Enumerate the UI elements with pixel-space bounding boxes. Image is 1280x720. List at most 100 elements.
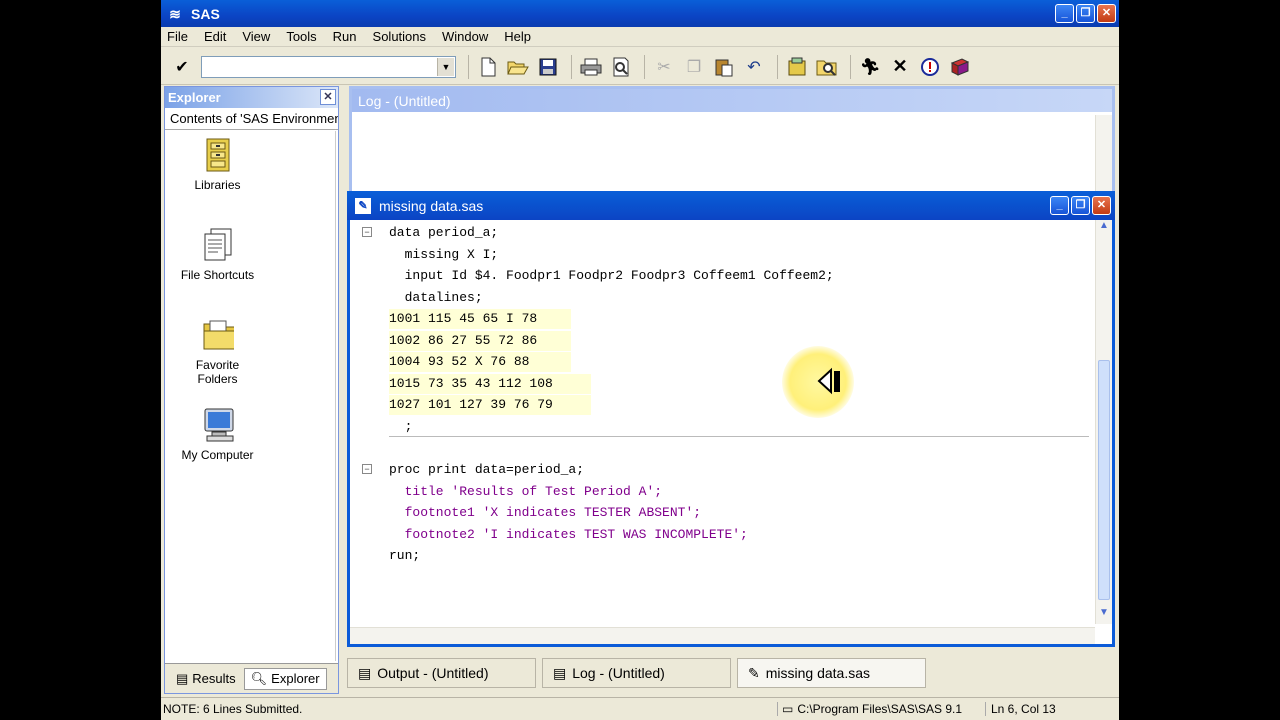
maximize-button[interactable]: ❐ bbox=[1076, 4, 1095, 23]
code-line: run; bbox=[389, 548, 421, 563]
menu-file[interactable]: File bbox=[167, 29, 195, 44]
code-line: title 'Results of Test Period A'; bbox=[389, 484, 663, 499]
tab-results[interactable]: ▤ Results bbox=[170, 668, 242, 690]
menu-solutions[interactable]: Solutions bbox=[373, 29, 433, 44]
code-line: footnote1 'X indicates TESTER ABSENT'; bbox=[389, 505, 702, 520]
explorer-pane: Explorer ✕ Contents of 'SAS Environment'… bbox=[164, 86, 339, 694]
log-scrollbar[interactable] bbox=[1095, 115, 1112, 193]
title-bar[interactable]: ≋ SAS _ ❐ ✕ bbox=[161, 0, 1119, 27]
menu-help[interactable]: Help bbox=[504, 29, 538, 44]
menu-view[interactable]: View bbox=[242, 29, 277, 44]
code-line: data period_a; bbox=[389, 225, 499, 240]
explorer-contents-label: Contents of 'SAS Environment' bbox=[165, 108, 338, 130]
break-icon[interactable] bbox=[917, 54, 943, 80]
output-icon: ▤ bbox=[358, 664, 372, 681]
window-tabs: ▤ Output - (Untitled) ▤ Log - (Untitled)… bbox=[347, 656, 1117, 690]
code-line: ; bbox=[389, 419, 413, 434]
close-button[interactable]: ✕ bbox=[1097, 4, 1116, 23]
scroll-up-icon[interactable]: ▲ bbox=[1096, 220, 1112, 237]
explorer-icon: 🔍︎ bbox=[250, 670, 268, 686]
log-icon: ▤ bbox=[553, 664, 567, 681]
sas-main-window: ≋ SAS _ ❐ ✕ File Edit View Tools Run Sol… bbox=[161, 0, 1119, 720]
data-line: 1001 115 45 65 I 78 bbox=[389, 309, 571, 329]
folder-icon bbox=[202, 318, 234, 352]
scroll-thumb[interactable] bbox=[1098, 360, 1110, 600]
status-path: ▭ C:\Program Files\SAS\SAS 9.1 bbox=[777, 702, 985, 716]
code-line: datalines; bbox=[389, 290, 483, 305]
data-line: 1002 86 27 55 72 86 bbox=[389, 331, 571, 351]
command-box[interactable]: ▼ bbox=[201, 55, 456, 78]
print-icon[interactable] bbox=[578, 54, 604, 80]
data-line: 1027 101 127 39 76 79 bbox=[389, 395, 591, 415]
explorer-header: Explorer ✕ bbox=[165, 87, 338, 108]
new-icon[interactable] bbox=[475, 54, 501, 80]
task-log[interactable]: ▤ Log - (Untitled) bbox=[542, 658, 731, 688]
shortcuts-icon bbox=[202, 228, 234, 262]
log-window[interactable]: Log - (Untitled) bbox=[349, 86, 1115, 196]
data-line: 1015 73 35 43 112 108 bbox=[389, 374, 591, 394]
explorer-list: Libraries File Shortcuts Favorite Folder… bbox=[165, 131, 336, 661]
explorer-item-my-computer[interactable]: My Computer bbox=[165, 408, 270, 462]
clear-icon[interactable]: ✕ bbox=[887, 54, 913, 80]
editor-window: ✎ missing data.sas _ ❐ ✕ − data period_a… bbox=[347, 191, 1115, 647]
collapse-icon[interactable]: − bbox=[362, 227, 372, 237]
explorer-item-favorite-folders[interactable]: Favorite Folders bbox=[165, 318, 270, 386]
code-editor[interactable]: − data period_a; missing X I; input Id $… bbox=[350, 220, 1097, 610]
close-icon[interactable]: ✕ bbox=[320, 89, 336, 105]
program-icon: ✎ bbox=[355, 197, 371, 214]
pointer-cursor-icon bbox=[817, 367, 840, 395]
code-line: input Id $4. Foodpr1 Foodpr2 Foodpr3 Cof… bbox=[389, 268, 834, 283]
step-divider bbox=[389, 436, 1089, 437]
copy-icon[interactable]: ❐ bbox=[681, 54, 707, 80]
editor-vertical-scrollbar[interactable]: ▲ ▼ bbox=[1095, 220, 1112, 624]
results-icon: ▤ bbox=[176, 670, 189, 686]
code-line: missing X I; bbox=[389, 247, 499, 262]
run-icon[interactable]: 🏃︎ bbox=[857, 54, 883, 80]
program-icon: ✎ bbox=[748, 664, 760, 681]
editor-title-bar[interactable]: ✎ missing data.sas _ ❐ ✕ bbox=[347, 191, 1115, 220]
editor-maximize-button[interactable]: ❐ bbox=[1071, 196, 1090, 215]
cabinet-icon bbox=[202, 138, 234, 172]
status-position: Ln 6, Col 13 bbox=[985, 702, 1056, 716]
minimize-button[interactable]: _ bbox=[1055, 4, 1074, 23]
explorer-icon[interactable] bbox=[814, 54, 840, 80]
computer-icon bbox=[202, 408, 234, 442]
sas-logo-icon: ≋ bbox=[169, 5, 181, 22]
menu-window[interactable]: Window bbox=[442, 29, 495, 44]
chevron-down-icon[interactable]: ▼ bbox=[437, 57, 454, 76]
open-icon[interactable] bbox=[505, 54, 531, 80]
task-output[interactable]: ▤ Output - (Untitled) bbox=[347, 658, 536, 688]
scroll-down-icon[interactable]: ▼ bbox=[1096, 607, 1112, 624]
log-window-title: Log - (Untitled) bbox=[352, 89, 1112, 112]
explorer-tabs: ▤ Results 🔍︎ Explorer bbox=[165, 663, 338, 693]
explorer-item-file-shortcuts[interactable]: File Shortcuts bbox=[165, 228, 270, 282]
tab-explorer[interactable]: 🔍︎ Explorer bbox=[243, 667, 327, 690]
cut-icon[interactable]: ✂ bbox=[651, 54, 677, 80]
code-line: footnote2 'I indicates TEST WAS INCOMPLE… bbox=[389, 527, 748, 542]
print-preview-icon[interactable] bbox=[608, 54, 634, 80]
explorer-item-libraries[interactable]: Libraries bbox=[165, 138, 270, 192]
paste-icon[interactable] bbox=[711, 54, 737, 80]
data-line: 1004 93 52 X 76 88 bbox=[389, 352, 571, 372]
editor-title: missing data.sas bbox=[379, 197, 484, 214]
menu-run[interactable]: Run bbox=[333, 29, 364, 44]
menu-edit[interactable]: Edit bbox=[204, 29, 233, 44]
editor-close-button[interactable]: ✕ bbox=[1092, 196, 1111, 215]
drive-icon: ▭ bbox=[782, 702, 794, 716]
collapse-icon[interactable]: − bbox=[362, 464, 372, 474]
libraries-icon[interactable] bbox=[784, 54, 810, 80]
toolbar: ✔ ▼ ✂ ❐ ↶ 🏃︎ ✕ bbox=[161, 49, 1119, 85]
editor-minimize-button[interactable]: _ bbox=[1050, 196, 1069, 215]
status-bar: NOTE: 6 Lines Submitted. ▭ C:\Program Fi… bbox=[161, 697, 1119, 720]
undo-icon[interactable]: ↶ bbox=[741, 54, 767, 80]
editor-horizontal-scrollbar[interactable] bbox=[350, 627, 1095, 644]
menu-bar: File Edit View Tools Run Solutions Windo… bbox=[161, 27, 1119, 47]
code-line: proc print data=period_a; bbox=[389, 462, 585, 477]
save-icon[interactable] bbox=[535, 54, 561, 80]
app-title: SAS bbox=[191, 5, 220, 22]
help-icon[interactable] bbox=[947, 54, 973, 80]
menu-tools[interactable]: Tools bbox=[286, 29, 323, 44]
status-message: NOTE: 6 Lines Submitted. bbox=[163, 702, 303, 716]
check-icon[interactable]: ✔ bbox=[169, 54, 195, 80]
task-program[interactable]: ✎ missing data.sas bbox=[737, 658, 926, 688]
